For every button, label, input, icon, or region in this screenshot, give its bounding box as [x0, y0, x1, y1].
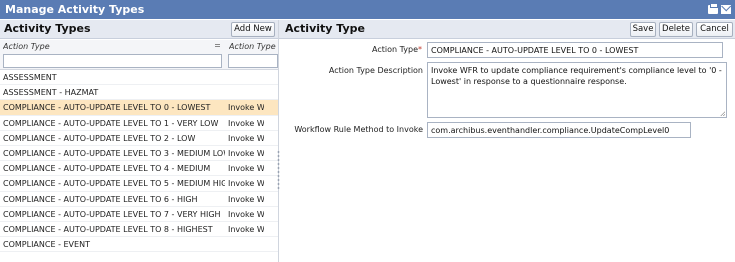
- cell-action-type-description: Invoke WF: [228, 148, 264, 158]
- cell-action-type: COMPLIANCE - AUTO-UPDATE LEVEL TO 1 - VE…: [3, 118, 219, 128]
- action-type-description-label: Action Type Description: [328, 66, 423, 75]
- table-row[interactable]: ASSESSMENT: [0, 70, 278, 86]
- workflow-rule-label: Workflow Rule Method to Invoke: [294, 125, 423, 134]
- table-row[interactable]: COMPLIANCE - AUTO-UPDATE LEVEL TO 0 - LO…: [0, 100, 278, 116]
- add-new-button[interactable]: Add New: [231, 22, 275, 37]
- activity-type-title: Activity Type: [285, 22, 365, 35]
- cell-action-type-description: Invoke WF: [228, 194, 264, 204]
- activity-types-panel-header: Activity Types Add New: [0, 20, 278, 39]
- cell-action-type: ASSESSMENT: [3, 73, 57, 82]
- cell-action-type-description: Invoke WF: [228, 224, 264, 234]
- required-mark: *: [418, 45, 422, 54]
- table-row[interactable]: COMPLIANCE - AUTO-UPDATE LEVEL TO 4 - ME…: [0, 161, 278, 177]
- title-tools: [708, 0, 731, 19]
- delete-button[interactable]: Delete: [659, 22, 693, 37]
- activity-type-panel-header: Activity Type Save Delete Cancel: [279, 20, 735, 39]
- splitter-handle[interactable]: [277, 150, 280, 190]
- window-title-bar: Manage Activity Types: [0, 0, 735, 19]
- table-row[interactable]: COMPLIANCE - AUTO-UPDATE LEVEL TO 8 - HI…: [0, 222, 278, 238]
- cancel-button[interactable]: Cancel: [696, 22, 733, 37]
- activity-types-list: ASSESSMENT ASSESSMENT - HAZMAT COMPLIANCE …: [0, 70, 278, 253]
- cell-action-type: COMPLIANCE - AUTO-UPDATE LEVEL TO 3 - ME…: [3, 148, 225, 158]
- table-row[interactable]: COMPLIANCE - EVENT: [0, 237, 278, 253]
- cell-action-type: COMPLIANCE - AUTO-UPDATE LEVEL TO 8 - HI…: [3, 224, 213, 234]
- description-text: Invoke WFR to update compliance requirem…: [431, 66, 722, 86]
- cell-action-type: COMPLIANCE - AUTO-UPDATE LEVEL TO 5 - ME…: [3, 179, 225, 189]
- cell-action-type-description: Invoke WF: [228, 179, 264, 189]
- cell-action-type: COMPLIANCE - AUTO-UPDATE LEVEL TO 7 - VE…: [3, 209, 221, 219]
- cell-action-type: COMPLIANCE - AUTO-UPDATE LEVEL TO 6 - HI…: [3, 194, 198, 204]
- table-row[interactable]: COMPLIANCE - AUTO-UPDATE LEVEL TO 5 - ME…: [0, 176, 278, 192]
- cell-action-type-description: Invoke WF: [228, 118, 264, 128]
- panel-divider: [278, 20, 279, 262]
- table-row[interactable]: COMPLIANCE - AUTO-UPDATE LEVEL TO 2 - LO…: [0, 131, 278, 146]
- table-row[interactable]: COMPLIANCE - AUTO-UPDATE LEVEL TO 7 - VE…: [0, 207, 278, 222]
- table-row[interactable]: ASSESSMENT - HAZMAT: [0, 85, 278, 101]
- action-type-field[interactable]: COMPLIANCE - AUTO-UPDATE LEVEL TO 0 - LO…: [427, 42, 723, 58]
- sort-icon[interactable]: [215, 44, 220, 45]
- grid-header: Action Type Action Type D: [0, 40, 278, 70]
- table-row[interactable]: COMPLIANCE - AUTO-UPDATE LEVEL TO 6 - HI…: [0, 192, 278, 207]
- cell-action-type-description: Invoke WF: [228, 133, 264, 143]
- print-icon[interactable]: [708, 3, 718, 14]
- window-title: Manage Activity Types: [5, 3, 145, 16]
- cell-action-type: COMPLIANCE - AUTO-UPDATE LEVEL TO 4 - ME…: [3, 164, 211, 174]
- cell-action-type-description: Invoke WF: [228, 164, 264, 174]
- activity-types-title: Activity Types: [4, 22, 91, 35]
- action-type-label: Action Type*: [372, 45, 422, 54]
- cell-action-type-description: Invoke WF: [228, 103, 264, 113]
- email-icon[interactable]: [721, 5, 731, 14]
- cell-action-type: COMPLIANCE - AUTO-UPDATE LEVEL TO 2 - LO…: [3, 133, 196, 143]
- resize-grip-icon[interactable]: [720, 111, 725, 116]
- save-button[interactable]: Save: [630, 22, 656, 37]
- table-row[interactable]: COMPLIANCE - AUTO-UPDATE LEVEL TO 1 - VE…: [0, 116, 278, 131]
- cell-action-type: COMPLIANCE - AUTO-UPDATE LEVEL TO 0 - LO…: [3, 103, 211, 113]
- workflow-rule-field[interactable]: com.archibus.eventhandler.compliance.Upd…: [427, 122, 691, 138]
- filter-description-input[interactable]: [228, 54, 278, 68]
- filter-action-type-input[interactable]: [3, 54, 222, 68]
- cell-action-type: COMPLIANCE - EVENT: [3, 240, 90, 250]
- cell-action-type-description: Invoke WF: [228, 209, 264, 219]
- table-row[interactable]: COMPLIANCE - AUTO-UPDATE LEVEL TO 3 - ME…: [0, 146, 278, 162]
- column-header-action-type[interactable]: Action Type: [3, 42, 213, 51]
- cell-action-type: ASSESSMENT - HAZMAT: [3, 88, 99, 98]
- action-type-description-field[interactable]: Invoke WFR to update compliance requirem…: [427, 62, 727, 118]
- column-header-action-type-description[interactable]: Action Type D: [229, 42, 277, 51]
